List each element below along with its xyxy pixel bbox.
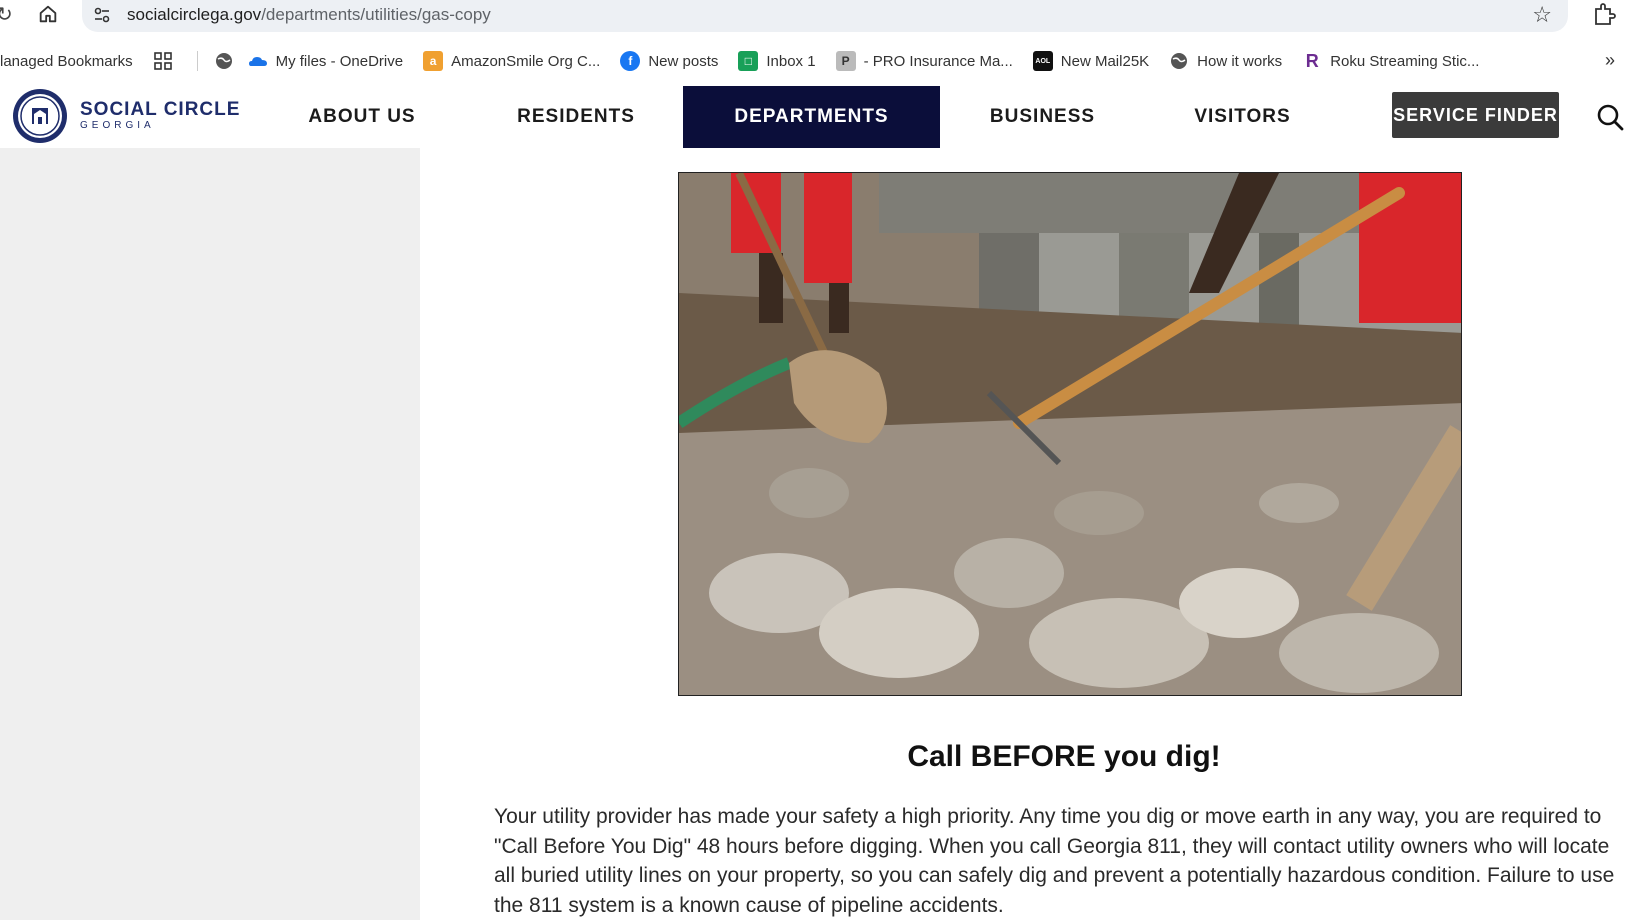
url-domain: socialcirclega.gov: [127, 5, 262, 24]
bookmark-aol-mail[interactable]: AOL New Mail25K: [1032, 51, 1150, 71]
bookmark-globe[interactable]: [214, 51, 234, 71]
safety-paragraph: Your utility provider has made your safe…: [494, 805, 1615, 917]
address-bar[interactable]: socialcirclega.gov/departments/utilities…: [82, 0, 1568, 32]
apps-grid-icon: [153, 52, 172, 70]
inbox-icon: □: [738, 51, 759, 71]
site-settings-icon[interactable]: [92, 5, 112, 25]
search-icon[interactable]: [1596, 103, 1624, 131]
site-logo-text[interactable]: SOCIAL CIRCLE GEORGIA: [80, 100, 240, 132]
left-sidebar: [0, 148, 420, 920]
bookmark-onedrive[interactable]: My files - OneDrive: [248, 51, 404, 71]
bookmark-label: - PRO Insurance Ma...: [863, 52, 1013, 70]
bookmarks-overflow-icon[interactable]: »: [1605, 50, 1615, 71]
bookmark-inbox[interactable]: □ Inbox 1: [738, 51, 816, 71]
page-heading: Call BEFORE you dig!: [907, 740, 1221, 773]
bookmark-roku[interactable]: R Roku Streaming Stic...: [1302, 50, 1480, 71]
reload-icon[interactable]: ↻: [0, 2, 13, 27]
nav-residents[interactable]: RESIDENTS: [500, 86, 652, 148]
browser-toolbar: ↻ socialcirclega.gov/departments/utiliti…: [0, 0, 1635, 32]
digging-illustration: [679, 173, 1461, 695]
bookmark-label: Inbox 1: [766, 52, 816, 70]
url-path: /departments/utilities/gas-copy: [261, 5, 491, 24]
logo-title: SOCIAL CIRCLE: [80, 99, 241, 120]
bookmark-star-icon[interactable]: ☆: [1532, 2, 1552, 28]
bookmarks-bar: lanaged Bookmarks My files - OneDrive a …: [0, 44, 1635, 78]
bookmark-label: lanaged Bookmarks: [0, 52, 133, 70]
city-seal-logo[interactable]: [12, 88, 68, 144]
bookmark-label: New posts: [648, 52, 719, 70]
bookmark-label: How it works: [1197, 52, 1283, 70]
home-icon[interactable]: [36, 3, 60, 25]
aol-icon: AOL: [1032, 51, 1053, 71]
bookmark-how-it-works[interactable]: How it works: [1169, 51, 1282, 71]
bookmark-pro-insurance[interactable]: P - PRO Insurance Ma...: [835, 51, 1013, 71]
nav-departments[interactable]: DEPARTMENTS: [683, 86, 940, 148]
bookmark-label: AmazonSmile Org C...: [451, 52, 601, 70]
onedrive-cloud-icon: [248, 57, 267, 66]
digging-photo: [678, 172, 1462, 696]
nav-business[interactable]: BUSINESS: [970, 86, 1115, 148]
site-header: SOCIAL CIRCLE GEORGIA ABOUT US RESIDENTS…: [0, 86, 1635, 148]
bookmark-label: Roku Streaming Stic...: [1330, 52, 1480, 70]
pro-insurance-icon: P: [835, 51, 856, 71]
service-finder-button[interactable]: SERVICE FINDER: [1392, 92, 1559, 138]
logo-subtitle: GEORGIA: [80, 120, 155, 131]
bookmark-label: New Mail25K: [1060, 52, 1150, 70]
globe-icon: [1171, 53, 1188, 69]
bookmark-separator: [196, 51, 198, 71]
facebook-icon: f: [620, 51, 641, 71]
bookmark-facebook[interactable]: f New posts: [620, 51, 718, 71]
nav-about-us[interactable]: ABOUT US: [286, 86, 438, 148]
globe-icon: [215, 53, 232, 69]
bookmark-amazonsmile[interactable]: a AmazonSmile Org C...: [423, 51, 600, 71]
nav-visitors[interactable]: VISITORS: [1180, 86, 1305, 148]
bookmark-label: My files - OneDrive: [275, 52, 404, 70]
roku-icon: R: [1305, 50, 1319, 71]
extensions-icon[interactable]: [1590, 1, 1618, 29]
amazon-icon: a: [423, 51, 444, 71]
url-text[interactable]: socialcirclega.gov/departments/utilities…: [127, 5, 491, 25]
bookmark-managed[interactable]: lanaged Bookmarks: [0, 53, 133, 70]
bookmark-apps[interactable]: [153, 51, 181, 71]
